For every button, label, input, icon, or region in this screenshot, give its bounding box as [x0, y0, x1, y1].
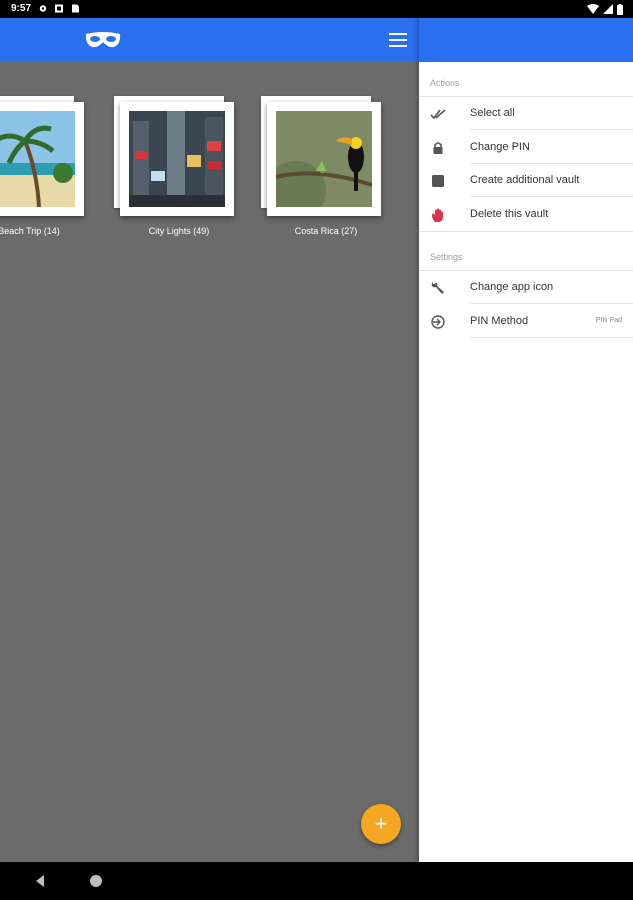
album-beach-trip[interactable]: Beach Trip (14) [0, 96, 89, 256]
notification-icon [55, 4, 63, 13]
battery-icon [617, 3, 623, 15]
lock-icon [433, 142, 443, 154]
menu-item-select-all[interactable]: Select all [419, 97, 633, 130]
settings-icon [39, 5, 47, 12]
album-label: Costa Rica (27) [294, 226, 358, 236]
drawer-header [419, 18, 633, 62]
album-thumbnail [129, 111, 225, 207]
double-check-icon [430, 109, 446, 120]
back-icon[interactable] [33, 874, 47, 888]
menu-item-change-app-icon[interactable]: Change app icon [419, 271, 633, 304]
vault-icon [432, 175, 444, 187]
status-time: 9:57 [11, 3, 32, 14]
album-thumbnail [0, 111, 75, 207]
section-title-actions: Actions [430, 78, 460, 88]
menu-item-create-vault[interactable]: Create additional vault [419, 164, 633, 197]
wifi-icon [587, 4, 599, 14]
menu-button[interactable] [386, 30, 410, 50]
add-album-button[interactable]: + [361, 804, 401, 844]
home-button[interactable] [90, 875, 102, 887]
album-costa-rica[interactable]: Costa Rica (27) [261, 96, 386, 256]
vault-main: Beach Trip (14) City Lights (49) Costa R… [0, 18, 419, 862]
album-city-lights[interactable]: City Lights (49) [114, 96, 239, 256]
login-icon [431, 315, 445, 329]
album-label: Beach Trip (14) [0, 226, 60, 236]
system-nav-bar [0, 862, 633, 900]
menu-item-delete-vault[interactable]: Delete this vault [419, 198, 633, 231]
menu-item-change-pin[interactable]: Change PIN [419, 131, 633, 164]
album-thumbnail [276, 111, 372, 207]
status-bar: 9:57 [0, 0, 633, 18]
mask-logo-icon [85, 32, 121, 48]
section-title-settings: Settings [430, 252, 463, 262]
menu-item-pin-method[interactable]: PIN Method PIN Pad [419, 305, 633, 338]
sd-card-icon [72, 4, 79, 13]
signal-icon [603, 4, 613, 14]
pin-method-value: PIN Pad [595, 317, 622, 324]
wrench-icon [431, 282, 444, 294]
side-drawer: Actions Select all Change PIN Create add… [419, 18, 633, 862]
album-grid: Beach Trip (14) City Lights (49) Costa R… [0, 96, 419, 296]
album-label: City Lights (49) [148, 226, 210, 236]
hand-icon [432, 208, 443, 222]
app-bar [0, 18, 419, 62]
